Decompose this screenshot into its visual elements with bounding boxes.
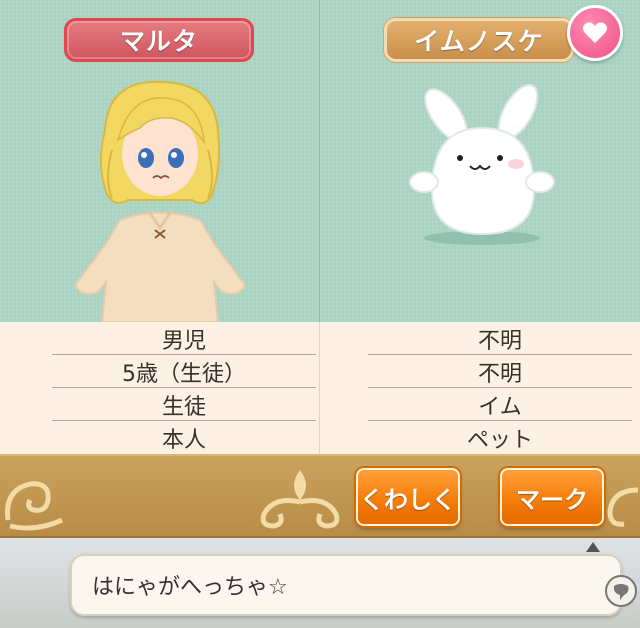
info-relation: ペット: [466, 427, 533, 453]
info-gender: 不明: [368, 322, 632, 355]
info-age: 不明: [368, 355, 632, 388]
dialogue-text: はにゃがへっちゃ☆: [92, 575, 288, 600]
info-occupation: イム: [368, 388, 632, 421]
favorite-heart-button[interactable]: [567, 5, 623, 61]
character-panel-imunosuke[interactable]: イムノスケ: [320, 0, 640, 322]
heart-icon: [583, 22, 607, 43]
info-column-marta: 男児 5歳（生徒） 生徒 本人: [0, 322, 320, 454]
info-occupation: 生徒: [52, 388, 316, 421]
info-gender: 男児: [52, 322, 316, 355]
character-panel-marta[interactable]: マルタ: [0, 0, 320, 322]
details-button[interactable]: くわしく: [356, 468, 460, 526]
character-name-tag: イムノスケ: [384, 18, 574, 62]
action-bar: くわしく マーク: [0, 454, 640, 538]
info-column-imunosuke: 不明 不明 イム ペット: [320, 322, 640, 454]
scroll-ornament-icon: [4, 481, 64, 531]
character-name-tag: マルタ: [64, 18, 254, 62]
dialogue-box[interactable]: はにゃがへっちゃ☆: [70, 554, 622, 616]
speech-bubble-icon[interactable]: [604, 574, 638, 608]
scroll-ornament-icon: [607, 487, 639, 527]
character-panels: マルタ イムノスケ: [0, 0, 640, 322]
message-area: はにゃがへっちゃ☆: [0, 538, 640, 628]
bunny-pet-illustration: [409, 84, 555, 245]
dialogue-arrow-icon: [586, 542, 600, 552]
mark-button[interactable]: マーク: [500, 468, 604, 526]
girl-character-illustration: [73, 80, 247, 322]
character-info-table: 男児 5歳（生徒） 生徒 本人 不明 不明 イム ペット: [0, 322, 640, 454]
info-age: 5歳（生徒）: [52, 355, 316, 388]
scroll-ornament-icon: [260, 470, 340, 529]
info-relation: 本人: [161, 427, 206, 453]
